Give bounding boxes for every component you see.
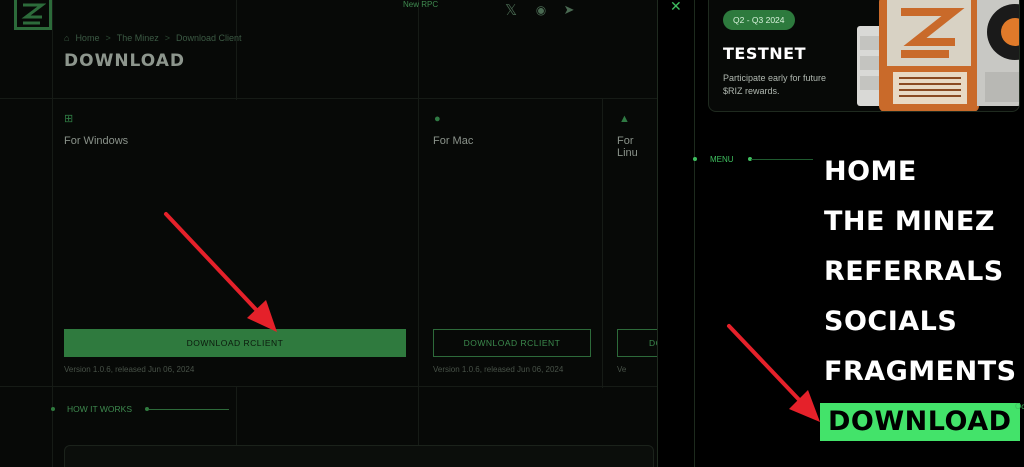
logo[interactable] (14, 0, 52, 30)
logo-icon (21, 3, 46, 24)
close-icon[interactable]: ✕ (670, 0, 682, 15)
breadcrumb-separator: > (164, 33, 171, 43)
home-icon: ⌂ (64, 33, 70, 43)
linux-icon: ▲ (619, 113, 630, 125)
apple-icon: ● (434, 113, 441, 125)
page-title: DOWNLOAD (64, 51, 186, 71)
promo-badge: Q2 - Q3 2024 (723, 10, 795, 30)
grid-line (602, 98, 603, 388)
platform-label-linux: For Linu (617, 135, 638, 159)
platform-label-mac: For Mac (433, 135, 474, 147)
grid-line (0, 98, 657, 99)
how-it-works-label: HOW IT WORKS (67, 404, 133, 414)
testnet-promo-card[interactable]: Q2 - Q3 2024 TESTNET Participate early f… (708, 0, 1020, 112)
menu-label: MENU (710, 155, 734, 164)
telegram-icon[interactable]: ➤ (558, 0, 580, 20)
promo-title: TESTNET (723, 44, 807, 63)
download-mac-button[interactable]: DOWNLOAD RCLIENT (433, 329, 591, 357)
menu-item-the-minez[interactable]: THE MINEZ (824, 206, 995, 237)
side-tag: Oc (1015, 402, 1024, 411)
download-page: New RPC 𝕏 ◉ ➤ ⌂ Home > The Minez > Downl… (0, 0, 657, 467)
grid-line (52, 0, 53, 467)
discord-icon[interactable]: ◉ (530, 0, 552, 20)
breadcrumb-home[interactable]: Home (75, 33, 99, 43)
device-illustration (857, 0, 1019, 111)
menu-item-download[interactable]: DOWNLOAD (820, 403, 1020, 441)
version-mac: Version 1.0.6, released Jun 06, 2024 (433, 365, 564, 374)
menu-line (751, 159, 813, 160)
menu-item-home[interactable]: HOME (824, 156, 917, 187)
section-line (149, 409, 229, 410)
menu-panel: ✕ Q2 - Q3 2024 TESTNET Participate early… (657, 0, 1024, 467)
menu-item-referrals[interactable]: REFERRALS (824, 256, 1004, 287)
grid-line (236, 0, 237, 100)
section-dot (51, 407, 55, 411)
windows-icon: ⊞ (64, 113, 74, 125)
panel-divider (694, 0, 695, 467)
breadcrumb-current: Download Client (176, 33, 242, 43)
version-windows: Version 1.0.6, released Jun 06, 2024 (64, 365, 195, 374)
version-linux: Ve (617, 365, 627, 374)
grid-line (418, 0, 419, 467)
new-rpc-link[interactable]: New RPC (403, 0, 438, 9)
menu-item-fragments[interactable]: FRAGMENTS (824, 356, 1017, 387)
grid-line (236, 386, 237, 446)
menu-dot (693, 157, 697, 161)
grid-line (0, 386, 657, 387)
platform-label-windows: For Windows (64, 135, 129, 147)
promo-description: Participate early for future $RIZ reward… (723, 73, 827, 96)
download-windows-button[interactable]: DOWNLOAD RCLIENT (64, 329, 406, 357)
breadcrumb: ⌂ Home > The Minez > Download Client (64, 33, 242, 43)
x-icon[interactable]: 𝕏 (500, 0, 522, 20)
download-linux-button[interactable]: DO (617, 329, 657, 357)
how-it-works-card (64, 445, 654, 467)
breadcrumb-separator: > (105, 33, 111, 43)
menu-item-socials[interactable]: SOCIALS (824, 306, 957, 337)
breadcrumb-the-minez[interactable]: The Minez (117, 33, 159, 43)
